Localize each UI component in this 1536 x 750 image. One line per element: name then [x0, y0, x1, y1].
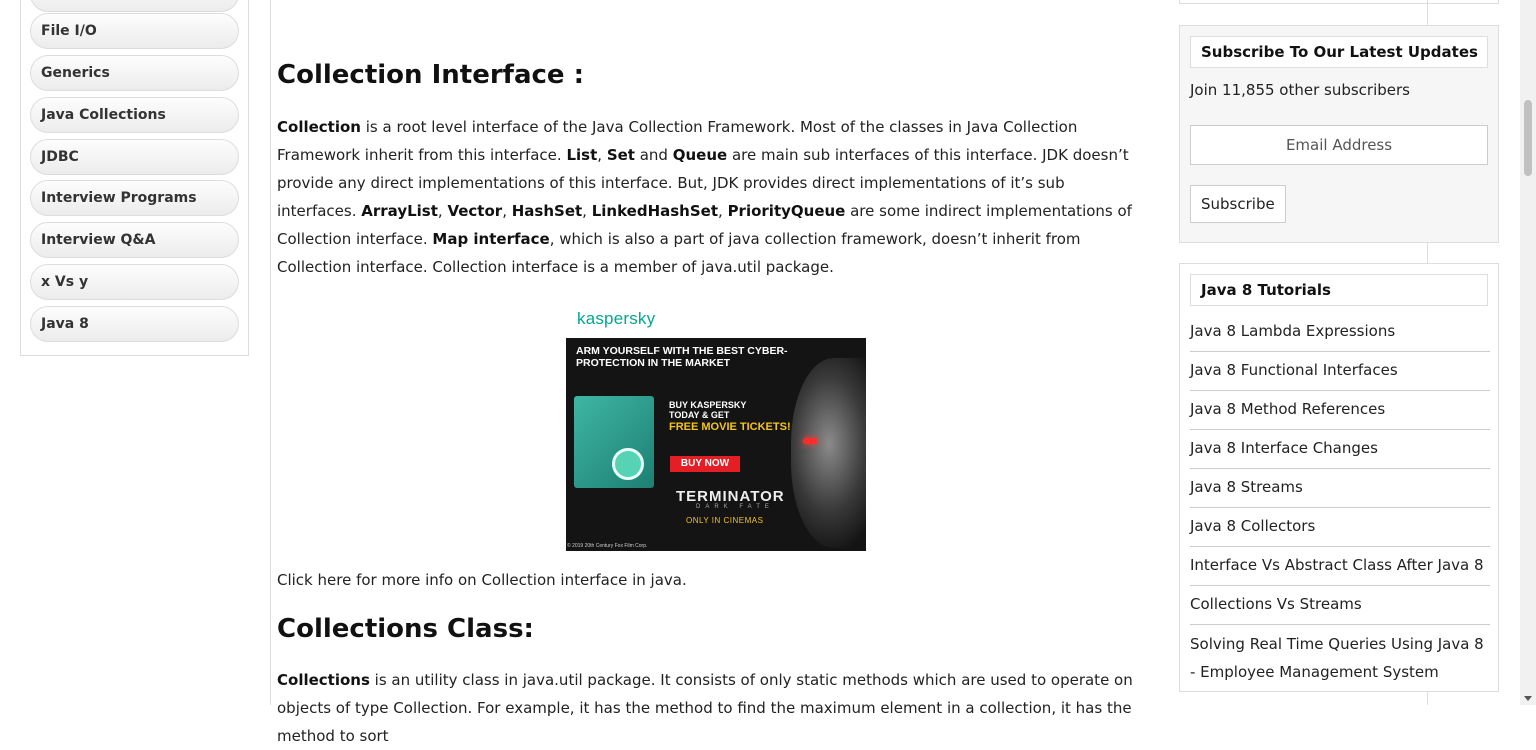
- menu-item-previous[interactable]: [30, 0, 239, 12]
- ad-offer-highlight: FREE MOVIE TICKETS!: [669, 421, 791, 433]
- java8-tutorial-list: Java 8 Lambda Expressions Java 8 Functio…: [1190, 313, 1490, 693]
- menu-item-generics[interactable]: Generics: [30, 55, 239, 91]
- advertisement-banner[interactable]: ARM YOURSELF WITH THE BEST CYBER-PROTECT…: [566, 338, 866, 551]
- subscriber-count: Join 11,855 other subscribers: [1190, 81, 1410, 99]
- ad-product-box-image: [574, 396, 654, 488]
- menu-item-x-vs-y[interactable]: x Vs y: [30, 264, 239, 300]
- java8-link-collectors[interactable]: Java 8 Collectors: [1190, 508, 1490, 547]
- java8-link-lambda[interactable]: Java 8 Lambda Expressions: [1190, 313, 1490, 352]
- java8-link-interface-vs-abstract[interactable]: Interface Vs Abstract Class After Java 8: [1190, 547, 1490, 586]
- menu-item-interview-qa[interactable]: Interview Q&A: [30, 222, 239, 258]
- terminator-skull-image: [791, 358, 866, 548]
- heading-collections-class: Collections Class:: [277, 614, 534, 644]
- widget-top-remnant: [1179, 0, 1499, 4]
- java8-link-real-time-queries[interactable]: Solving Real Time Queries Using Java 8 -…: [1190, 625, 1490, 693]
- menu-item-interview-programs[interactable]: Interview Programs: [30, 180, 239, 216]
- subscribe-button[interactable]: Subscribe: [1190, 185, 1286, 223]
- ad-tagline: ONLY IN CINEMAS: [686, 516, 764, 525]
- scroll-down-arrow-icon[interactable]: [1524, 696, 1532, 701]
- ad-copyright: © 2019 20th Century Fox Film Corp.: [567, 543, 648, 549]
- java8-link-streams[interactable]: Java 8 Streams: [1190, 469, 1490, 508]
- menu-item-file-io[interactable]: File I/O: [30, 13, 239, 49]
- java8-tutorials-widget: Java 8 Tutorials Java 8 Lambda Expressio…: [1179, 263, 1499, 692]
- ad-offer-text: BUY KASPERSKY TODAY & GET: [669, 400, 747, 420]
- ad-movie-subtitle: DARK FATE: [696, 504, 774, 510]
- java8-link-interface-changes[interactable]: Java 8 Interface Changes: [1190, 430, 1490, 469]
- java8-widget-title: Java 8 Tutorials: [1190, 274, 1488, 306]
- java8-link-collections-vs-streams[interactable]: Collections Vs Streams: [1190, 586, 1490, 625]
- subscribe-widget: Subscribe To Our Latest Updates Join 11,…: [1179, 25, 1499, 243]
- paragraph-collection-interface: Collection is a root level interface of …: [277, 118, 1132, 276]
- java8-link-functional-interfaces[interactable]: Java 8 Functional Interfaces: [1190, 352, 1490, 391]
- subscribe-widget-title: Subscribe To Our Latest Updates: [1190, 36, 1488, 68]
- ad-movie-title: TERMINATOR: [676, 488, 785, 505]
- email-address-input[interactable]: Email Address: [1190, 125, 1488, 165]
- page-scrollbar[interactable]: [1520, 0, 1536, 705]
- heading-collection-interface: Collection Interface :: [277, 60, 584, 90]
- collection-interface-more-info-link[interactable]: Click here for more info on Collection i…: [277, 568, 687, 592]
- paragraph-collections-class: Collections is an utility class in java.…: [277, 671, 1133, 745]
- menu-item-jdbc[interactable]: JDBC: [30, 139, 239, 175]
- ad-brand-logo[interactable]: kaspersky: [577, 309, 655, 329]
- menu-item-java-collections[interactable]: Java Collections: [30, 97, 239, 133]
- ad-buy-now-button[interactable]: BUY NOW: [670, 456, 740, 472]
- ad-headline: ARM YOURSELF WITH THE BEST CYBER-PROTECT…: [576, 345, 788, 369]
- java8-link-method-references[interactable]: Java 8 Method References: [1190, 391, 1490, 430]
- left-sidebar: [20, 0, 249, 356]
- red-eye-glow: [803, 438, 817, 444]
- scrollbar-thumb[interactable]: [1524, 100, 1532, 176]
- menu-item-java-8[interactable]: Java 8: [30, 306, 239, 342]
